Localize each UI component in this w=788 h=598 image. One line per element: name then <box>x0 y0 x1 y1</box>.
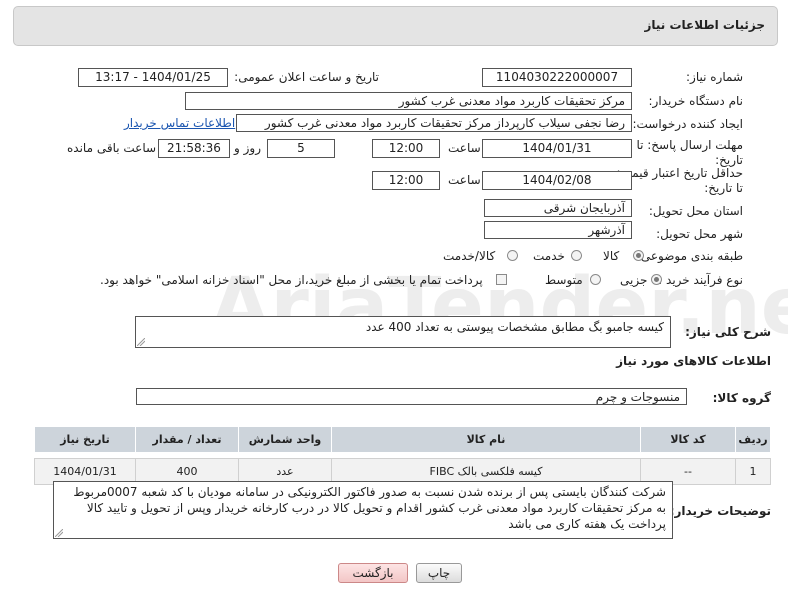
buyer-org-field: مرکز تحقیقات کاربرد مواد معدنی غرب کشور <box>185 92 632 110</box>
treasury-payment-checkbox[interactable] <box>496 274 507 285</box>
response-time-field: 12:00 <box>372 139 440 158</box>
category-option-service: خدمت <box>533 249 565 263</box>
goods-table: ردیف کد کالا نام کالا واحد شمارش تعداد /… <box>34 426 771 485</box>
purchase-type-radio-minor[interactable] <box>651 274 662 285</box>
buyer-notes-textarea[interactable]: شرکت کنندگان بایستی پس از برنده شدن نسبت… <box>53 481 673 539</box>
purchase-type-option-medium: متوسط <box>545 273 583 287</box>
cell-row-number: 1 <box>735 458 771 485</box>
creator-label: ایجاد کننده درخواست: <box>632 117 743 131</box>
description-textarea[interactable]: کیسه جامبو بگ مطابق مشخصات پیوستی به تعد… <box>135 316 671 348</box>
back-button[interactable]: بازگشت <box>338 563 408 583</box>
buyer-contact-link[interactable]: اطلاعات تماس خریدار <box>124 116 235 130</box>
price-validity-time-field: 12:00 <box>372 171 440 190</box>
description-label: شرح کلی نیاز: <box>685 325 771 339</box>
response-deadline-label: مهلت ارسال پاسخ: تا <box>636 138 743 152</box>
purchase-type-radio-medium[interactable] <box>590 274 601 285</box>
resize-grip-icon[interactable] <box>55 529 63 537</box>
announce-datetime-label: تاریخ و ساعت اعلان عمومی: <box>234 70 379 84</box>
response-deadline-label-2: تاریخ: <box>715 153 743 167</box>
need-number-label: شماره نیاز: <box>686 70 743 84</box>
response-time-label: ساعت <box>448 141 481 155</box>
category-option-goods: کالا <box>603 249 620 263</box>
days-field: 5 <box>267 139 335 158</box>
buyer-notes-label: توضیحات خریدار: <box>669 504 771 518</box>
goods-group-label: گروه کالا: <box>712 391 771 405</box>
treasury-payment-note: پرداخت تمام یا بخشی از مبلغ خرید،از محل … <box>100 273 483 287</box>
col-quantity: تعداد / مقدار <box>135 426 239 453</box>
creator-field: رضا نجفی سیلاب کارپرداز مرکز تحقیقات کار… <box>236 114 632 132</box>
city-field: آذرشهر <box>484 221 632 239</box>
goods-group-field: منسوجات و چرم <box>136 388 687 405</box>
days-label: روز و <box>234 141 261 155</box>
price-validity-date-field: 1404/02/08 <box>482 171 632 190</box>
city-label: شهر محل تحویل: <box>656 227 743 241</box>
table-header-row: ردیف کد کالا نام کالا واحد شمارش تعداد /… <box>34 426 771 453</box>
col-item-name: نام کالا <box>331 426 641 453</box>
announce-datetime-field: 1404/01/25 - 13:17 <box>78 68 228 87</box>
category-radio-service[interactable] <box>571 250 582 261</box>
remaining-time-label: ساعت باقی مانده <box>67 141 157 155</box>
category-option-goods-service: کالا/خدمت <box>443 249 496 263</box>
col-unit: واحد شمارش <box>238 426 332 453</box>
category-label: طبقه بندی موضوعی: <box>636 249 743 263</box>
province-label: استان محل تحویل: <box>648 204 743 218</box>
response-date-field: 1404/01/31 <box>482 139 632 158</box>
price-validity-label-2: تا تاریخ: <box>704 181 743 195</box>
header-panel: جزئیات اطلاعات نیاز <box>13 6 778 46</box>
province-field: آذربایجان شرقی <box>484 199 632 217</box>
page-title: جزئیات اطلاعات نیاز <box>644 18 765 32</box>
print-button[interactable]: چاپ <box>416 563 462 583</box>
purchase-type-option-minor: جزیی <box>620 273 648 287</box>
category-radio-goods-service[interactable] <box>507 250 518 261</box>
goods-section-title: اطلاعات کالاهای مورد نیاز <box>616 354 771 368</box>
price-validity-label: حداقل تاریخ اعتبار قیمت: <box>616 166 743 180</box>
col-row-number: ردیف <box>735 426 771 453</box>
price-validity-time-label: ساعت <box>448 173 481 187</box>
need-number-field: 1104030222000007 <box>482 68 632 87</box>
resize-grip-icon[interactable] <box>137 338 145 346</box>
buyer-org-label: نام دستگاه خریدار: <box>648 94 744 108</box>
col-item-code: کد کالا <box>640 426 736 453</box>
remaining-time-field: 21:58:36 <box>158 139 230 158</box>
col-need-date: تاریخ نیاز <box>34 426 136 453</box>
purchase-type-label: نوع فرآیند خرید : <box>658 273 743 287</box>
category-radio-goods[interactable] <box>633 250 644 261</box>
